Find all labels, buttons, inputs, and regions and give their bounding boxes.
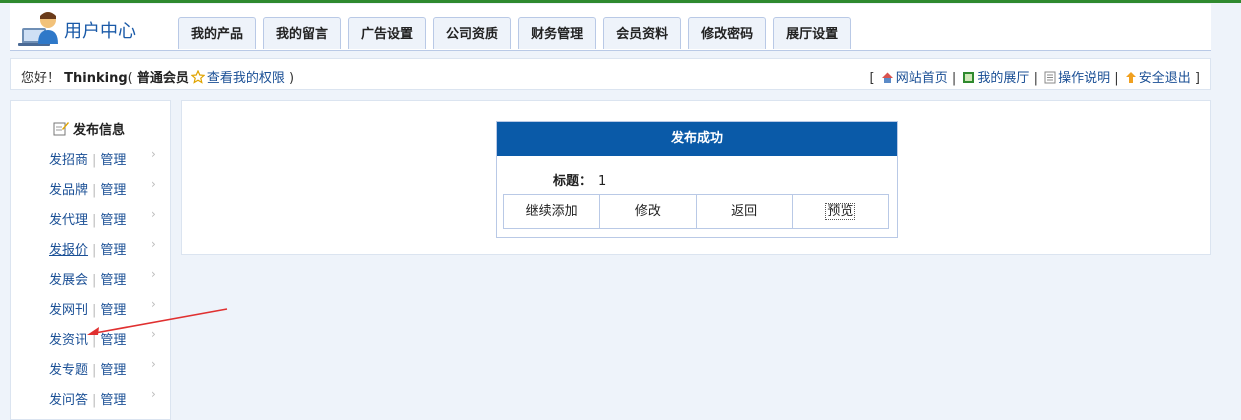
post-link[interactable]: 发代理	[49, 213, 88, 228]
view-permissions-link[interactable]: 查看我的权限	[207, 71, 285, 86]
sidebar-item: 发报价 | 管理 ›	[49, 237, 156, 258]
post-link[interactable]: 发报价	[49, 243, 88, 258]
chevron-right-icon: ›	[151, 387, 156, 401]
publish-result-box: 发布成功 标题： 1 继续添加 修改 返回 预览	[496, 121, 898, 238]
username: Thinking	[64, 71, 128, 86]
header: 用户中心 我的产品 我的留言 广告设置 公司资质 财务管理 会员资料 修改密码 …	[10, 4, 1211, 51]
tab-showroom-settings[interactable]: 展厅设置	[773, 17, 852, 49]
tab-finance[interactable]: 财务管理	[518, 17, 597, 49]
sidebar-item: 发品牌 | 管理 ›	[49, 177, 156, 198]
sidebar-title: 发布信息	[53, 119, 125, 138]
post-link[interactable]: 发展会	[49, 273, 88, 288]
manage-link[interactable]: 管理	[100, 363, 126, 378]
edit-note-icon	[53, 122, 69, 136]
post-link[interactable]: 发品牌	[49, 183, 88, 198]
close-paren: )	[289, 71, 295, 86]
sidebar-item: 发展会 | 管理 ›	[49, 267, 156, 288]
top-accent-line	[0, 0, 1241, 3]
edit-button[interactable]: 修改	[600, 195, 697, 228]
greeting-text: 您好！	[21, 71, 61, 86]
site-home-link[interactable]: 网站首页	[896, 71, 948, 86]
manage-link[interactable]: 管理	[100, 243, 126, 258]
tab-member-profile[interactable]: 会员资料	[603, 17, 682, 49]
page-title: 用户中心	[64, 21, 136, 42]
post-link[interactable]: 发网刊	[49, 303, 88, 318]
post-link[interactable]: 发问答	[49, 393, 88, 408]
quick-links: [ 网站首页 | 我的展厅 | 操作说明 | 安全退出 ]	[869, 71, 1200, 88]
tab-my-messages[interactable]: 我的留言	[263, 17, 342, 49]
result-heading: 发布成功	[497, 122, 897, 156]
instructions-link[interactable]: 操作说明	[1058, 71, 1110, 86]
sidebar-item: 发招商 | 管理 ›	[49, 147, 156, 168]
result-title-label: 标题：	[553, 174, 593, 189]
result-actions: 继续添加 修改 返回 预览	[503, 194, 889, 229]
chevron-right-icon: ›	[151, 357, 156, 371]
open-paren: (	[127, 71, 133, 86]
logout-link[interactable]: 安全退出	[1139, 71, 1191, 86]
manage-link[interactable]: 管理	[100, 273, 126, 288]
chevron-right-icon: ›	[151, 237, 156, 251]
greeting: 您好！ Thinking( 普通会员 查看我的权限 )	[21, 67, 294, 88]
manage-link[interactable]: 管理	[100, 393, 126, 408]
chevron-right-icon: ›	[151, 177, 156, 191]
my-showroom-link[interactable]: 我的展厅	[977, 71, 1029, 86]
post-link[interactable]: 发资讯	[49, 333, 88, 348]
tab-ad-settings[interactable]: 广告设置	[348, 17, 427, 49]
chevron-right-icon: ›	[151, 267, 156, 281]
result-title-row: 标题： 1	[553, 170, 606, 189]
tab-change-password[interactable]: 修改密码	[688, 17, 767, 49]
sidebar-item: 发问答 | 管理 ›	[49, 387, 156, 408]
showroom-icon	[962, 71, 975, 88]
home-icon	[881, 71, 894, 88]
back-button[interactable]: 返回	[697, 195, 793, 228]
preview-button[interactable]: 预览	[793, 195, 888, 228]
post-link[interactable]: 发专题	[49, 363, 88, 378]
manage-link[interactable]: 管理	[100, 213, 126, 228]
continue-add-button[interactable]: 继续添加	[504, 195, 601, 228]
sidebar-title-text: 发布信息	[73, 123, 126, 138]
annotation-arrow-icon	[87, 308, 228, 335]
tab-company-credentials[interactable]: 公司资质	[433, 17, 512, 49]
preview-label: 预览	[825, 203, 856, 220]
sidebar: 发布信息 发招商 | 管理 › 发品牌 | 管理 › 发代理 | 管理 › 发报价 | 管理 › 发展会…	[10, 100, 171, 420]
chevron-right-icon: ›	[151, 207, 156, 221]
document-icon	[1044, 71, 1056, 88]
arrow-up-icon	[1125, 71, 1137, 88]
sidebar-item: 发专题 | 管理 ›	[49, 357, 156, 378]
chevron-right-icon: ›	[151, 147, 156, 161]
top-nav-tabs: 我的产品 我的留言 广告设置 公司资质 财务管理 会员资料 修改密码 展厅设置	[178, 17, 858, 51]
result-title-value: 1	[598, 174, 607, 189]
post-link[interactable]: 发招商	[49, 153, 88, 168]
star-icon	[190, 69, 206, 88]
user-info-bar: 您好！ Thinking( 普通会员 查看我的权限 ) [ 网站首页 | 我的展厅…	[10, 58, 1211, 90]
manage-link[interactable]: 管理	[100, 153, 126, 168]
tab-my-products[interactable]: 我的产品	[178, 17, 257, 49]
member-level: 普通会员	[136, 71, 189, 86]
user-center-logo-icon	[18, 10, 64, 48]
manage-link[interactable]: 管理	[100, 183, 126, 198]
sidebar-item: 发代理 | 管理 ›	[49, 207, 156, 228]
